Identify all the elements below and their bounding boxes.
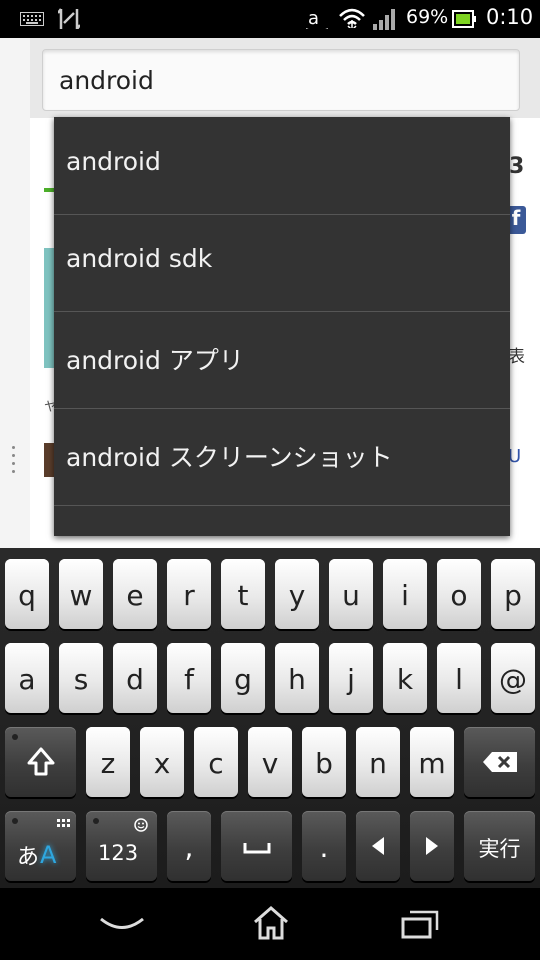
drawer-grip-icon	[12, 446, 16, 478]
side-drawer-handle[interactable]	[0, 38, 31, 548]
svg-text:a: a	[308, 8, 319, 29]
key-u[interactable]: u	[329, 559, 373, 629]
key-x[interactable]: x	[140, 727, 184, 797]
key-z[interactable]: z	[86, 727, 130, 797]
back-icon[interactable]	[98, 914, 146, 934]
key-w[interactable]: w	[59, 559, 103, 629]
space-icon	[243, 843, 271, 854]
shift-key[interactable]	[5, 727, 76, 797]
emoji-icon	[134, 818, 148, 832]
grid-icon	[57, 819, 70, 827]
comma-key[interactable]: ,	[167, 811, 211, 881]
shift-icon	[27, 747, 55, 776]
cursor-left-key[interactable]	[356, 811, 400, 881]
keyboard-icon	[20, 12, 44, 26]
sync-icon	[58, 8, 80, 29]
page-text: 表	[508, 347, 525, 367]
suggestion-item[interactable]: android	[54, 117, 510, 215]
input-mode-key[interactable]: あ A	[5, 811, 76, 881]
search-suggestions: android android sdk android アプリ android …	[54, 117, 510, 536]
key-y[interactable]: y	[275, 559, 319, 629]
soft-keyboard: q w e r t y u i o p a s d f g h j k l @ …	[0, 548, 540, 888]
suggestion-label: android スクリーンショット	[66, 443, 393, 472]
battery-icon	[452, 10, 476, 28]
key-b[interactable]: b	[302, 727, 346, 797]
key-h[interactable]: h	[275, 643, 319, 713]
key-c[interactable]: c	[194, 727, 238, 797]
arrow-right-icon	[426, 837, 438, 855]
numeric-mode-key[interactable]: 123	[86, 811, 157, 881]
wifi-icon	[339, 8, 365, 28]
key-n[interactable]: n	[356, 727, 400, 797]
recent-apps-icon[interactable]	[400, 908, 440, 940]
suggestion-item[interactable]: android スクリーンショット	[54, 408, 510, 506]
key-p[interactable]: p	[491, 559, 535, 629]
key-r[interactable]: r	[167, 559, 211, 629]
key-q[interactable]: q	[5, 559, 49, 629]
home-icon[interactable]	[252, 905, 290, 941]
key-s[interactable]: s	[59, 643, 103, 713]
go-key[interactable]: 実行	[464, 811, 535, 881]
key-at[interactable]: @	[491, 643, 535, 713]
battery-percent: 69%	[406, 6, 449, 28]
amazon-icon: a	[306, 8, 328, 29]
backspace-key[interactable]	[464, 727, 535, 797]
key-d[interactable]: d	[113, 643, 157, 713]
page-text: 3	[509, 154, 525, 179]
key-l[interactable]: l	[437, 643, 481, 713]
key-j[interactable]: j	[329, 643, 373, 713]
suggestion-label: android	[66, 147, 161, 176]
key-m[interactable]: m	[410, 727, 454, 797]
arrow-left-icon	[372, 837, 384, 855]
key-g[interactable]: g	[221, 643, 265, 713]
navigation-bar	[0, 888, 540, 960]
space-key[interactable]	[221, 811, 292, 881]
suggestion-label: android アプリ	[66, 346, 244, 375]
key-i[interactable]: i	[383, 559, 427, 629]
suggestion-label: android sdk	[66, 244, 213, 273]
period-key[interactable]: .	[302, 811, 346, 881]
key-v[interactable]: v	[248, 727, 292, 797]
key-k[interactable]: k	[383, 643, 427, 713]
key-e[interactable]: e	[113, 559, 157, 629]
address-bar[interactable]	[42, 49, 520, 111]
suggestion-item[interactable]: android アプリ	[54, 311, 510, 409]
signal-icon	[373, 9, 395, 30]
status-bar: a 69% 0:10	[0, 0, 540, 38]
cursor-right-key[interactable]	[410, 811, 454, 881]
key-t[interactable]: t	[221, 559, 265, 629]
suggestion-item[interactable]: android sdk	[54, 214, 510, 312]
clock: 0:10	[486, 5, 534, 29]
key-a[interactable]: a	[5, 643, 49, 713]
key-f[interactable]: f	[167, 643, 211, 713]
key-o[interactable]: o	[437, 559, 481, 629]
backspace-icon	[483, 752, 517, 772]
url-input[interactable]	[57, 58, 501, 102]
